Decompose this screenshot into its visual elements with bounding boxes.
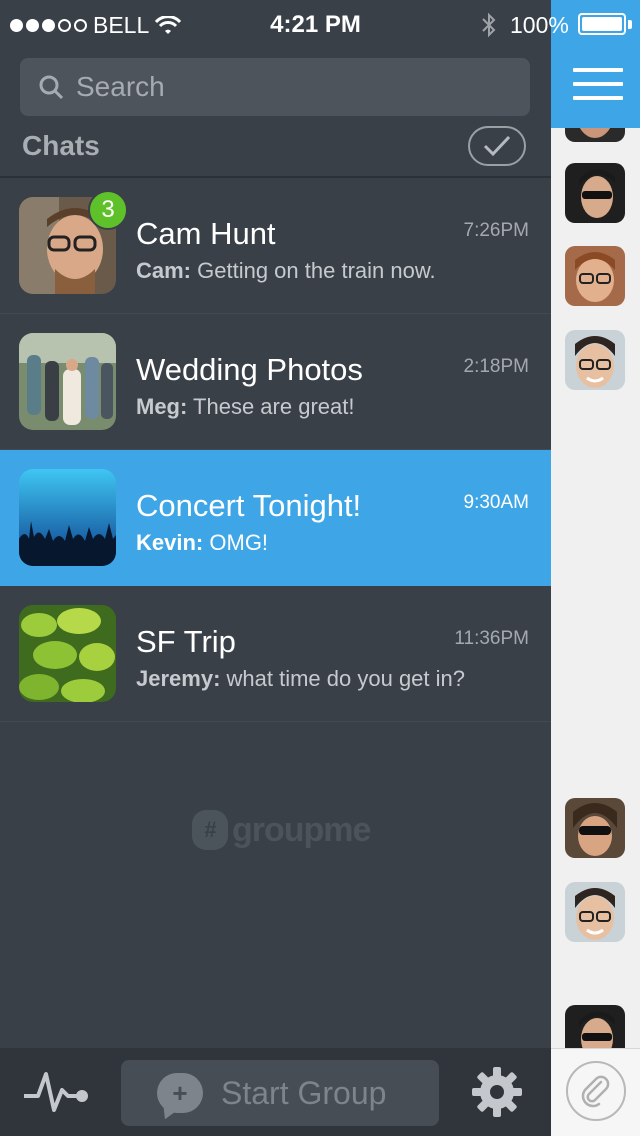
start-group-button[interactable]: + Start Group xyxy=(121,1060,439,1126)
chat-preview: Meg: These are great! xyxy=(136,394,354,420)
chat-preview: Cam: Getting on the train now. xyxy=(136,258,436,284)
chats-header: Chats xyxy=(22,126,532,170)
avatar xyxy=(19,333,116,430)
chat-preview: Jeremy: what time do you get in? xyxy=(136,666,465,692)
chat-time: 7:26PM xyxy=(463,220,529,241)
chat-list-panel: BELL 4:21 PM Search Chats Cam Hunt 7:26P… xyxy=(0,0,551,1136)
chat-name: Wedding Photos xyxy=(136,352,363,387)
unread-badge: 3 xyxy=(88,190,128,230)
chat-time: 9:30AM xyxy=(463,492,529,513)
rail-avatar[interactable] xyxy=(565,882,625,942)
chat-time: 11:36PM xyxy=(454,628,529,649)
chat-name: Concert Tonight! xyxy=(136,488,362,523)
menu-icon xyxy=(573,68,623,110)
chat-message: what time do you get in? xyxy=(226,666,465,691)
chat-name: SF Trip xyxy=(136,624,236,659)
avatar xyxy=(19,469,116,566)
bottom-toolbar: + Start Group xyxy=(0,1048,551,1136)
chat-plus-icon: + xyxy=(157,1073,203,1113)
search-input[interactable]: Search xyxy=(20,58,530,116)
chat-sender: Jeremy: xyxy=(136,666,221,691)
activity-icon[interactable] xyxy=(22,1066,90,1116)
rail-avatar[interactable] xyxy=(565,163,625,223)
chat-row-concert-tonight[interactable]: Concert Tonight! 9:30AM Kevin: OMG! xyxy=(0,450,551,586)
rail-avatar[interactable] xyxy=(565,798,625,858)
chat-sender: Cam: xyxy=(136,258,192,283)
chat-row-wedding-photos[interactable]: Wedding Photos 2:18PM Meg: These are gre… xyxy=(0,314,551,450)
chat-name: Cam Hunt xyxy=(136,216,276,251)
chat-row-cam-hunt[interactable]: Cam Hunt 7:26PM Cam: Getting on the trai… xyxy=(0,178,551,314)
chat-time: 2:18PM xyxy=(463,356,529,377)
battery-icon xyxy=(578,13,626,35)
status-bar: BELL 4:21 PM xyxy=(0,0,551,50)
checkmark-icon xyxy=(483,135,511,157)
paperclip-icon xyxy=(581,1075,610,1108)
gear-icon[interactable] xyxy=(471,1066,523,1118)
battery-percent: 100% xyxy=(510,12,569,38)
chat-preview: Kevin: OMG! xyxy=(136,530,268,556)
attach-button[interactable] xyxy=(566,1061,626,1121)
search-placeholder: Search xyxy=(76,71,165,102)
rail-avatar[interactable] xyxy=(565,330,625,390)
avatar xyxy=(19,605,116,702)
contacts-rail xyxy=(551,0,640,1136)
groupme-mark-icon: # xyxy=(192,810,228,850)
chat-sender: Kevin: xyxy=(136,530,204,555)
chat-message: These are great! xyxy=(193,394,355,419)
chat-message: OMG! xyxy=(209,530,269,555)
start-group-label: Start Group xyxy=(221,1074,387,1111)
rail-avatar[interactable] xyxy=(565,246,625,306)
chats-title: Chats xyxy=(22,130,100,161)
chat-message: Getting on the train now. xyxy=(197,258,436,283)
bluetooth-icon xyxy=(482,12,496,38)
edit-check-button[interactable] xyxy=(468,126,526,166)
search-icon xyxy=(39,75,64,100)
chat-sender: Meg: xyxy=(136,394,188,419)
chat-row-sf-trip[interactable]: SF Trip 11:36PM Jeremy: what time do you… xyxy=(0,586,551,722)
rail-footer xyxy=(551,1048,640,1136)
logo-text: groupme xyxy=(232,810,371,849)
status-time: 4:21 PM xyxy=(270,11,361,38)
groupme-logo: # groupme xyxy=(192,810,371,850)
